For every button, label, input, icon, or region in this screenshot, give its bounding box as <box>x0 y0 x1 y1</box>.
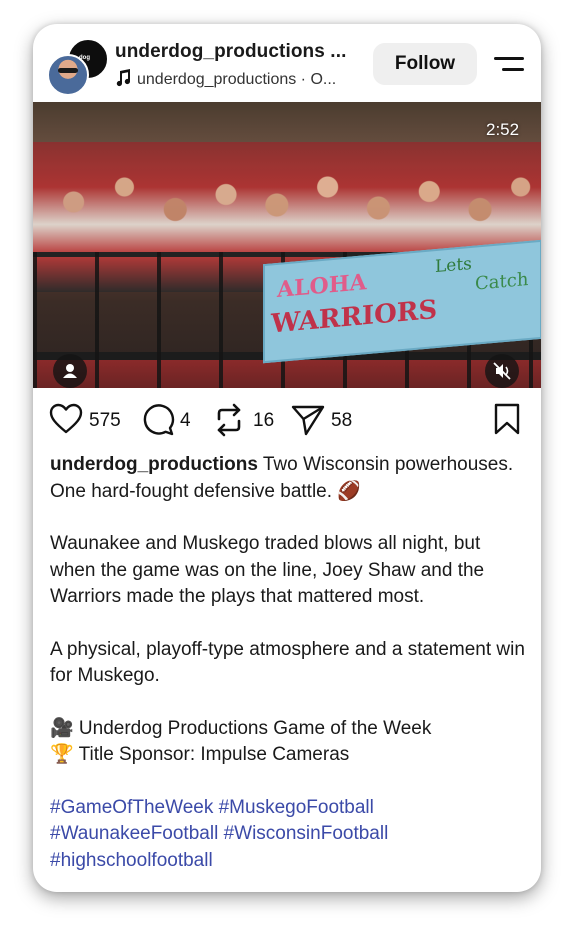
follow-button[interactable]: Follow <box>373 43 477 85</box>
save-button[interactable] <box>493 403 521 435</box>
username[interactable]: underdog_productions ... <box>115 41 346 63</box>
caption-credit-2: 🏆 Title Sponsor: Impulse Cameras <box>50 744 350 765</box>
banner-text-aloha: ALOHA <box>277 269 367 303</box>
like-button[interactable]: 575 <box>49 403 129 435</box>
hashtag-link[interactable]: #GameOfTheWeek <box>50 797 213 818</box>
caption-username[interactable]: underdog_productions <box>50 454 258 475</box>
action-bar: 575 4 16 58 <box>33 388 541 450</box>
heart-icon <box>49 403 83 434</box>
audio-label-row[interactable]: underdog_productions · O... <box>115 69 336 89</box>
video-player[interactable]: ALOHA WARRIORS Lets Catch 2:52 <box>33 102 541 388</box>
music-note-icon <box>115 69 131 87</box>
hashtag-link[interactable]: #highschoolfootball <box>50 850 213 871</box>
send-icon <box>291 405 325 436</box>
tagged-people-button[interactable] <box>53 354 87 388</box>
comment-icon <box>143 404 175 436</box>
caption-para-2: Waunakee and Muskego traded blows all ni… <box>50 533 485 607</box>
caption-credit-1: 🎥 Underdog Productions Game of the Week <box>50 717 432 739</box>
caption-credits: 🎥 Underdog Productions Game of the Week … <box>50 716 530 769</box>
comment-button[interactable]: 4 <box>141 403 197 436</box>
caption-para-3: A physical, playoff-type atmosphere and … <box>50 638 525 687</box>
repost-button[interactable]: 16 <box>213 403 275 437</box>
speaker-muted-icon <box>493 362 511 380</box>
repost-count: 16 <box>253 410 275 431</box>
avatar-glasses <box>58 68 78 73</box>
menu-icon[interactable] <box>494 54 524 74</box>
banner-text-warriors: WARRIORS <box>271 294 438 340</box>
hashtag-link[interactable]: #WaunakeeFootball <box>50 823 218 844</box>
mute-button[interactable] <box>485 354 519 388</box>
like-count: 575 <box>89 410 121 431</box>
hashtag-link[interactable]: #WisconsinFootball <box>224 823 389 844</box>
share-count: 58 <box>331 410 353 431</box>
post-caption: underdog_productions Two Wisconsin power… <box>50 452 530 892</box>
banner-text-catch: Catch <box>475 268 529 295</box>
post-header: dog underdog_productions ... underdog_pr… <box>33 24 541 102</box>
comment-count: 4 <box>180 410 191 431</box>
post-card: dog underdog_productions ... underdog_pr… <box>33 24 541 892</box>
caption-para-1: underdog_productions Two Wisconsin power… <box>50 452 530 505</box>
share-button[interactable]: 58 <box>291 403 361 436</box>
banner-text-lets: Lets <box>435 253 472 278</box>
hashtag-link[interactable]: #MuskegoFootball <box>219 797 374 818</box>
bookmark-icon <box>494 403 520 435</box>
avatar[interactable]: dog <box>47 38 109 96</box>
repost-icon <box>217 403 241 437</box>
person-icon <box>63 364 77 378</box>
hashtag-list: #GameOfTheWeek #MuskegoFootball #Waunake… <box>50 795 530 875</box>
user-avatar <box>47 54 89 96</box>
video-duration: 2:52 <box>486 120 520 139</box>
audio-label: underdog_productions · O... <box>137 71 337 88</box>
